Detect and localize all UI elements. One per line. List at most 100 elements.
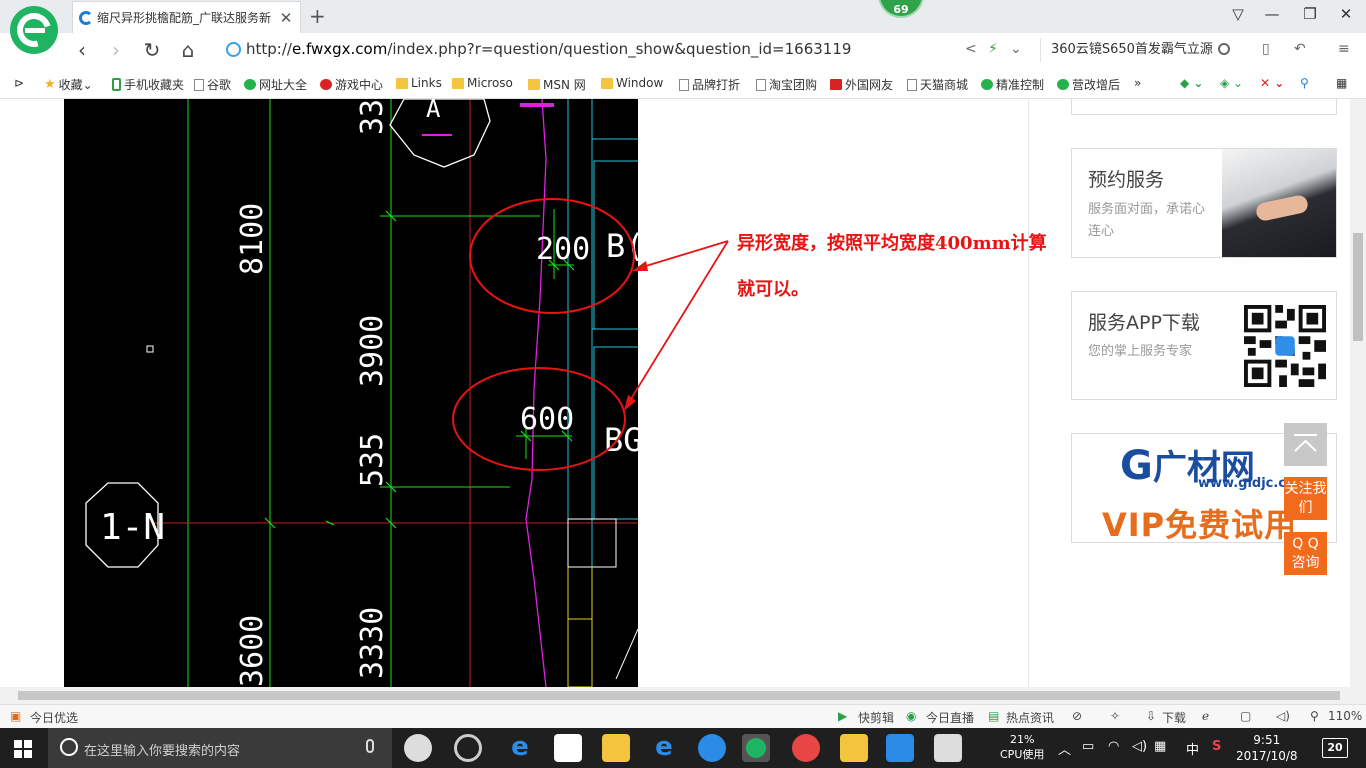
ime-indicator[interactable]: 中 <box>1186 739 1199 758</box>
magnifier-icon[interactable]: ⚲ <box>1300 76 1309 90</box>
notepad-icon[interactable] <box>840 734 868 762</box>
horizontal-scroll-thumb[interactable] <box>18 691 1340 700</box>
hot-news-link[interactable]: 热点资讯 <box>1006 709 1054 726</box>
glodon-app-icon[interactable] <box>792 734 820 762</box>
windows-start-icon[interactable] <box>14 740 32 758</box>
translate-icon[interactable]: ◈ ⌄ <box>1220 76 1243 90</box>
score-badge[interactable]: 69 <box>878 0 924 18</box>
previous-card[interactable] <box>1071 99 1337 115</box>
system-clock[interactable]: 9:51 2017/10/8 <box>1236 732 1298 764</box>
minimize-button[interactable]: — <box>1262 5 1282 23</box>
glodon-g-icon[interactable] <box>698 734 726 762</box>
ie-mode-icon[interactable]: ℯ <box>1202 709 1209 723</box>
ie-icon[interactable]: e <box>650 734 678 762</box>
notification-center-icon[interactable]: 20 <box>1322 738 1348 758</box>
restore-button[interactable]: ❐ <box>1300 5 1320 23</box>
new-tab-button[interactable]: + <box>309 4 326 28</box>
speaker-icon[interactable]: ◁) <box>1132 739 1147 754</box>
pin-icon[interactable]: ✧ <box>1110 709 1120 723</box>
vertical-scrollbar[interactable] <box>1350 99 1366 687</box>
share-icon[interactable]: < <box>965 41 977 57</box>
tab-close-icon[interactable]: ✕ <box>278 9 294 27</box>
zoom-icon: ⚲ <box>1310 709 1319 723</box>
bookmark-precision[interactable]: 精准控制 <box>981 76 1044 93</box>
booking-service-card[interactable]: 预约服务 服务面对面，承诺心连心 <box>1071 148 1337 258</box>
gldjc-vip-banner: VIP免费试用 <box>1102 506 1298 543</box>
help-app-icon[interactable] <box>934 734 962 762</box>
sidebar-toggle-icon[interactable]: ⊳ <box>14 76 24 90</box>
address-bar[interactable]: http://e.fwxgx.com/index.php?r=question/… <box>246 40 851 58</box>
bookmarks-more-icon[interactable]: » <box>1134 76 1141 90</box>
yuan-shield-icon[interactable]: ◆ ⌄ <box>1180 76 1203 90</box>
sogou-icon[interactable]: S <box>1212 739 1221 754</box>
bookmark-vat[interactable]: 营改增后 <box>1057 76 1120 93</box>
page-icon <box>194 78 204 91</box>
phone-sync-icon[interactable]: ▯ <box>1262 41 1270 57</box>
bookmark-game[interactable]: 游戏中心 <box>320 76 383 93</box>
close-window-button[interactable]: ✕ <box>1336 5 1356 23</box>
undo-close-icon[interactable]: ↶ <box>1294 41 1306 57</box>
follow-us-button[interactable]: 关注我们 <box>1284 477 1327 520</box>
wifi-icon[interactable]: ◠ <box>1108 739 1119 754</box>
zoom-level[interactable]: 110% <box>1328 709 1362 723</box>
download-icon: ⇩ <box>1146 709 1157 723</box>
bookmark-site-nav[interactable]: 网址大全 <box>244 76 307 93</box>
search-input[interactable]: 360云镜S650首发霸气立源 <box>1040 38 1240 62</box>
back-button[interactable]: ‹ <box>70 37 94 63</box>
scissors-icon[interactable]: ✕ ⌄ <box>1260 76 1284 90</box>
address-dropdown-icon[interactable]: ⌄ <box>1010 41 1022 57</box>
kuaijianji-link[interactable]: 快剪辑 <box>858 709 894 726</box>
back-to-top-button[interactable] <box>1284 423 1327 466</box>
taskbar-search-box[interactable]: 在这里输入你要搜索的内容 <box>48 728 392 768</box>
taskbar-search-placeholder: 在这里输入你要搜索的内容 <box>84 744 241 759</box>
360-browser-logo-icon[interactable] <box>10 6 58 54</box>
today-live-link[interactable]: 今日直播 <box>926 709 974 726</box>
bookmark-mobile[interactable]: 手机收藏夹 <box>112 76 184 93</box>
bookmark-foreign[interactable]: 外国网友 <box>830 76 893 93</box>
battery-icon[interactable]: ▭ <box>1082 739 1094 754</box>
forward-button[interactable]: › <box>104 37 128 63</box>
bookmark-brand-discount[interactable]: 品牌打折 <box>679 76 740 93</box>
page-icon <box>907 78 917 91</box>
window-icon[interactable]: ▢ <box>1240 709 1251 723</box>
extensions-grid-icon[interactable]: ▦ <box>1336 76 1347 90</box>
vertical-scroll-thumb[interactable] <box>1353 233 1363 341</box>
home-button[interactable]: ⌂ <box>176 37 200 63</box>
360se-active-icon[interactable] <box>742 734 770 762</box>
bookmark-google[interactable]: 谷歌 <box>194 76 231 93</box>
microphone-icon[interactable] <box>366 739 374 753</box>
bookmark-microsoft[interactable]: Microso <box>452 76 513 90</box>
horizontal-scrollbar[interactable] <box>0 687 1366 704</box>
today-picks-link[interactable]: 今日优选 <box>30 709 78 726</box>
file-explorer-icon[interactable] <box>602 734 630 762</box>
search-icon[interactable] <box>1218 43 1230 55</box>
bookmark-taobao[interactable]: 淘宝团购 <box>756 76 817 93</box>
360-browser-taskbar-icon[interactable] <box>454 734 482 762</box>
speed-bolt-icon[interactable]: ⚡ <box>988 41 998 57</box>
bookmark-links[interactable]: Links <box>396 76 442 90</box>
menu-icon[interactable]: ≡ <box>1338 41 1350 57</box>
task-view-icon[interactable] <box>404 734 432 762</box>
store-icon[interactable] <box>554 734 582 762</box>
bookmark-windows[interactable]: Window <box>601 76 663 90</box>
cpu-usage[interactable]: 21% CPU使用 <box>1000 732 1044 762</box>
bookmark-favorites[interactable]: ★ 收藏 ⌄ <box>44 76 93 93</box>
url-scheme: http:// <box>246 40 292 58</box>
plus-app-icon[interactable] <box>886 734 914 762</box>
accelerate-icon[interactable]: ⊘ <box>1072 709 1082 723</box>
app-download-card[interactable]: 服务APP下载 您的掌上服务专家 <box>1071 291 1337 400</box>
qq-consult-button[interactable]: Q Q 咨询 <box>1284 532 1327 575</box>
skin-shirt-icon[interactable]: ▽ <box>1228 5 1248 23</box>
refresh-button[interactable]: ↻ <box>140 37 164 63</box>
bookmark-tmall[interactable]: 天猫商城 <box>907 76 968 93</box>
keyboard-icon[interactable]: ▦ <box>1154 739 1166 754</box>
browser-status-bar: ▣ 今日优选 ▶ 快剪辑 ◉ 今日直播 ▤ 热点资讯 ⊘ ✧ ⇩ 下载 ℯ ▢ … <box>0 704 1366 728</box>
edge-icon[interactable]: e <box>506 734 534 762</box>
tray-expand-icon[interactable]: ︿ <box>1058 739 1071 758</box>
volume-icon[interactable]: ◁) <box>1276 709 1290 723</box>
bookmark-msn[interactable]: MSN 网 <box>528 76 586 93</box>
browser-tab[interactable]: 缩尺异形挑檐配筋_广联达服务新 ✕ <box>72 1 301 33</box>
site-security-icon[interactable] <box>226 42 241 57</box>
download-link[interactable]: 下载 <box>1162 709 1186 726</box>
screen: 缩尺异形挑檐配筋_广联达服务新 ✕ + 69 ▽ — ❐ ✕ ‹ › ↻ ⌂ h… <box>0 0 1366 768</box>
